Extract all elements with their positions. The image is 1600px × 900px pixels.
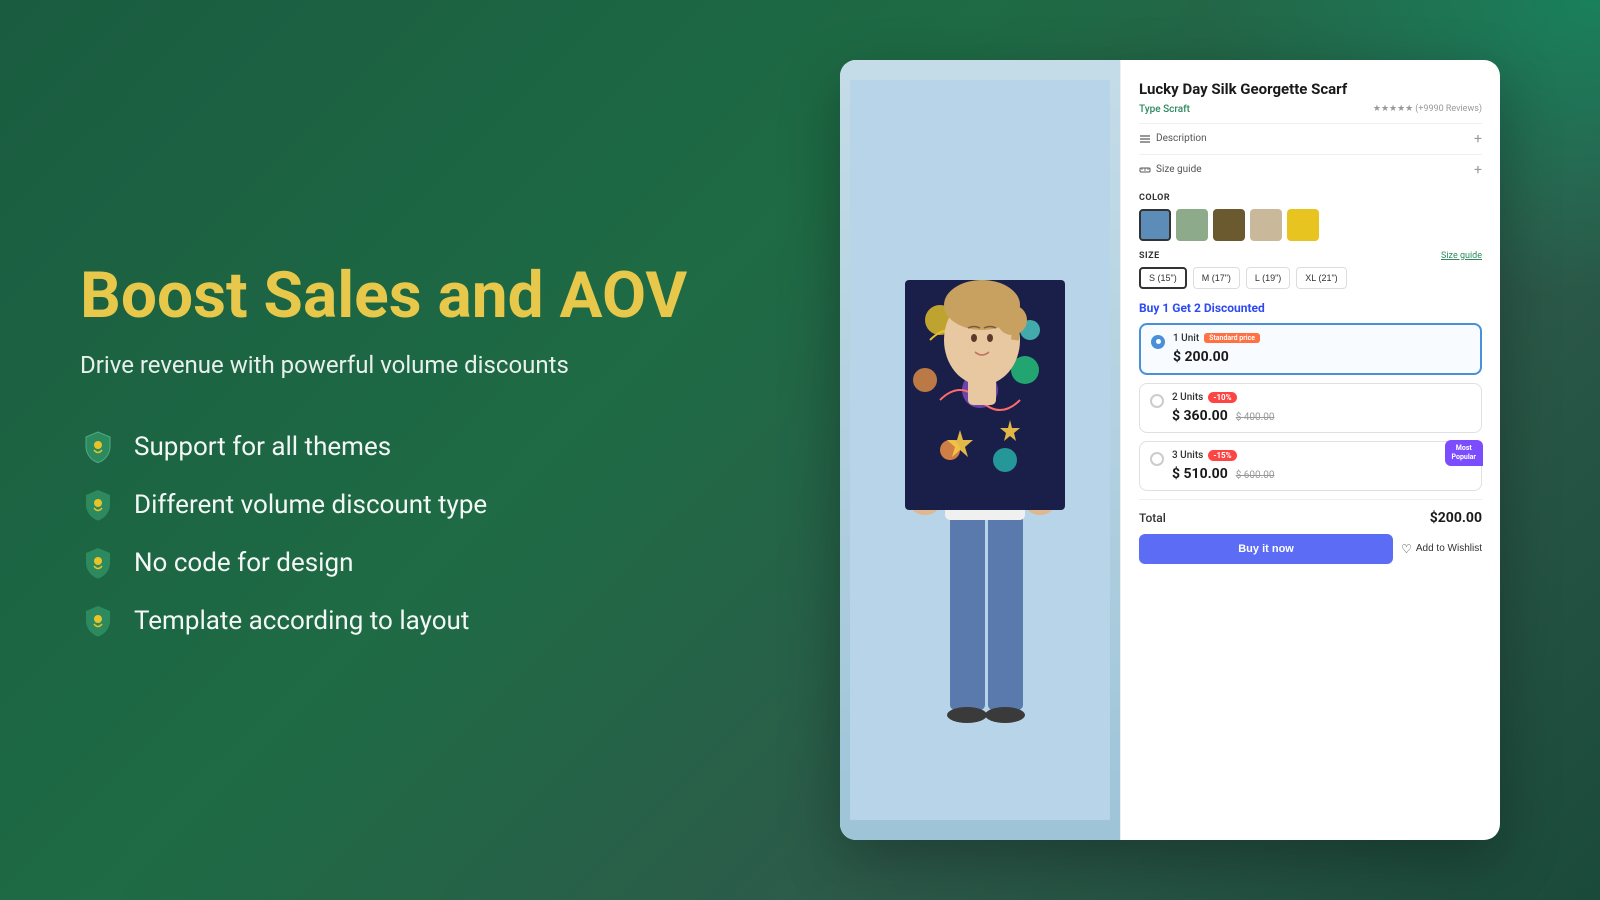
product-type: Type Scraft bbox=[1139, 104, 1190, 115]
color-swatch-brown[interactable] bbox=[1213, 209, 1245, 241]
color-swatch-blue[interactable] bbox=[1139, 209, 1171, 241]
volume-section: Buy 1 Get 2 Discounted 1 Unit Standard p… bbox=[1139, 301, 1482, 491]
browser-card: Lucky Day Silk Georgette Scarf Type Scra… bbox=[840, 60, 1500, 840]
size-guide-expand-btn[interactable]: + bbox=[1474, 162, 1482, 178]
color-swatch-tan[interactable] bbox=[1250, 209, 1282, 241]
features-list: Support for all themes Different volume … bbox=[80, 429, 700, 639]
volume-info-3: 3 Units -15% $ 510.00 $ 600.00 bbox=[1172, 450, 1471, 482]
ruler-icon bbox=[1139, 164, 1151, 176]
radio-3 bbox=[1150, 452, 1164, 466]
menu-icon bbox=[1139, 133, 1151, 145]
total-row: Total $200.00 bbox=[1139, 499, 1482, 534]
feature-item-1: Support for all themes bbox=[80, 429, 700, 465]
volume-option-2[interactable]: 2 Units -10% $ 360.00 $ 400.00 bbox=[1139, 383, 1482, 433]
size-guide-label: Size guide bbox=[1139, 164, 1202, 176]
color-swatches bbox=[1139, 209, 1482, 241]
radio-1 bbox=[1151, 335, 1165, 349]
product-meta: Type Scraft ★★★★★ (+9990 Reviews) bbox=[1139, 104, 1482, 115]
volume-info-2: 2 Units -10% $ 360.00 $ 400.00 bbox=[1172, 392, 1471, 424]
product-title: Lucky Day Silk Georgette Scarf bbox=[1139, 80, 1482, 100]
volume-option-1[interactable]: 1 Unit Standard price $ 200.00 bbox=[1139, 323, 1482, 375]
volume-units-2: 2 Units bbox=[1172, 392, 1203, 403]
volume-price-row-3: $ 510.00 $ 600.00 bbox=[1172, 463, 1471, 482]
buy-now-button[interactable]: Buy it now bbox=[1139, 534, 1393, 564]
discount-badge-3: -15% bbox=[1208, 450, 1236, 461]
volume-original-3: $ 600.00 bbox=[1236, 470, 1275, 481]
feature-item-2: Different volume discount type bbox=[80, 487, 700, 523]
size-header: SIZE Size guide bbox=[1139, 251, 1482, 261]
description-label: Description bbox=[1139, 133, 1207, 145]
size-btn-l[interactable]: L (19") bbox=[1246, 267, 1290, 289]
standard-price-badge: Standard price bbox=[1204, 333, 1260, 343]
hero-title: Boost Sales and AOV bbox=[80, 261, 700, 331]
most-popular-badge: MostPopular bbox=[1445, 440, 1483, 466]
size-label: SIZE bbox=[1139, 251, 1160, 261]
volume-units-3: 3 Units bbox=[1172, 450, 1203, 461]
size-guide-row[interactable]: Size guide + bbox=[1139, 154, 1482, 185]
volume-units-1: 1 Unit bbox=[1173, 333, 1199, 344]
volume-price-3: $ 510.00 bbox=[1172, 466, 1228, 482]
volume-units-row-1: 1 Unit Standard price bbox=[1173, 333, 1470, 344]
total-label: Total bbox=[1139, 511, 1166, 525]
color-label: COLOR bbox=[1139, 193, 1482, 203]
add-to-wishlist-button[interactable]: ♡ Add to Wishlist bbox=[1401, 542, 1482, 556]
size-options: S (15") M (17") L (19") XL (21") bbox=[1139, 267, 1482, 289]
feature-label-2: Different volume discount type bbox=[134, 490, 487, 520]
feature-label-3: No code for design bbox=[134, 548, 353, 578]
product-image-bg bbox=[840, 60, 1120, 840]
color-section: COLOR bbox=[1139, 193, 1482, 241]
hero-subtitle: Drive revenue with powerful volume disco… bbox=[80, 351, 700, 379]
volume-units-row-2: 2 Units -10% bbox=[1172, 392, 1471, 403]
left-panel: Boost Sales and AOV Drive revenue with p… bbox=[0, 201, 780, 699]
shield-icon-4 bbox=[80, 603, 116, 639]
volume-info-1: 1 Unit Standard price $ 200.00 bbox=[1173, 333, 1470, 365]
total-value: $200.00 bbox=[1430, 510, 1482, 526]
shield-icon-3 bbox=[80, 545, 116, 581]
size-guide-link[interactable]: Size guide bbox=[1441, 251, 1482, 261]
volume-title: Buy 1 Get 2 Discounted bbox=[1139, 301, 1482, 315]
star-rating: ★★★★★ (+9990 Reviews) bbox=[1373, 104, 1482, 114]
size-btn-s[interactable]: S (15") bbox=[1139, 267, 1187, 289]
action-buttons: Buy it now ♡ Add to Wishlist bbox=[1139, 534, 1482, 564]
volume-original-2: $ 400.00 bbox=[1236, 412, 1275, 423]
shield-icon-1 bbox=[80, 429, 116, 465]
size-btn-xl[interactable]: XL (21") bbox=[1296, 267, 1346, 289]
feature-label-1: Support for all themes bbox=[134, 432, 391, 462]
shield-icon-2 bbox=[80, 487, 116, 523]
color-swatch-green[interactable] bbox=[1176, 209, 1208, 241]
right-panel: Lucky Day Silk Georgette Scarf Type Scra… bbox=[780, 20, 1600, 880]
feature-label-4: Template according to layout bbox=[134, 606, 469, 636]
volume-option-3[interactable]: 3 Units -15% $ 510.00 $ 600.00 MostPopul… bbox=[1139, 441, 1482, 491]
color-swatch-yellow[interactable] bbox=[1287, 209, 1319, 241]
volume-units-row-3: 3 Units -15% bbox=[1172, 450, 1471, 461]
wishlist-label: Add to Wishlist bbox=[1416, 543, 1482, 554]
product-illustration bbox=[850, 80, 1110, 820]
volume-price-row-2: $ 360.00 $ 400.00 bbox=[1172, 405, 1471, 424]
size-btn-m[interactable]: M (17") bbox=[1193, 267, 1240, 289]
heart-icon: ♡ bbox=[1401, 542, 1412, 556]
discount-badge-2: -10% bbox=[1208, 392, 1236, 403]
review-count: (+9990 Reviews) bbox=[1415, 104, 1482, 114]
description-row[interactable]: Description + bbox=[1139, 123, 1482, 154]
product-image-section bbox=[840, 60, 1120, 840]
feature-item-3: No code for design bbox=[80, 545, 700, 581]
product-details: Lucky Day Silk Georgette Scarf Type Scra… bbox=[1120, 60, 1500, 840]
size-section: SIZE Size guide S (15") M (17") L (19") … bbox=[1139, 251, 1482, 289]
radio-2 bbox=[1150, 394, 1164, 408]
feature-item-4: Template according to layout bbox=[80, 603, 700, 639]
volume-price-2: $ 360.00 bbox=[1172, 408, 1228, 424]
volume-price-1: $ 200.00 bbox=[1173, 346, 1470, 365]
description-expand-btn[interactable]: + bbox=[1474, 131, 1482, 147]
